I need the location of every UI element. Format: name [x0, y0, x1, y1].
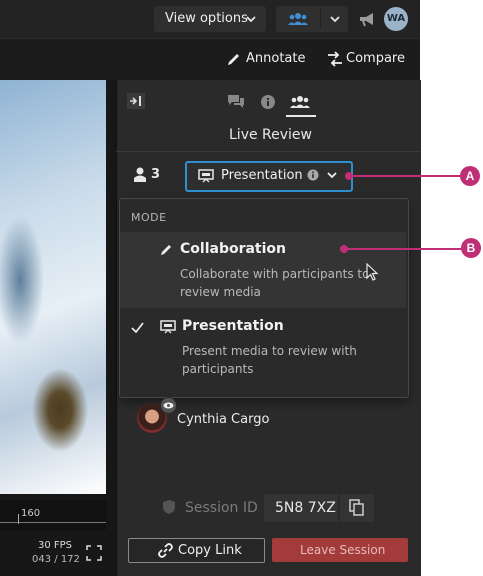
- copy-link-button[interactable]: Copy Link: [128, 538, 265, 563]
- collapse-panel-icon[interactable]: [127, 93, 145, 109]
- session-id-label: Session ID: [185, 500, 258, 516]
- user-avatar[interactable]: WA: [384, 7, 408, 31]
- compare-button[interactable]: Compare: [326, 49, 406, 69]
- people-icon: [288, 13, 308, 25]
- link-icon: [158, 543, 173, 558]
- callout-a-dot: [345, 172, 353, 180]
- frame-counter: 043 / 172: [32, 554, 80, 565]
- callout-b: B: [461, 238, 481, 258]
- copy-link-label: Copy Link: [178, 543, 242, 558]
- pencil-icon: [161, 245, 171, 255]
- chevron-down-icon: [327, 172, 337, 179]
- video-frame[interactable]: [0, 80, 106, 494]
- callout-b-line: [344, 248, 462, 250]
- announcement-icon[interactable]: [358, 10, 376, 28]
- eye-icon: [163, 402, 174, 409]
- view-options-button[interactable]: View options: [154, 6, 266, 32]
- leave-session-button[interactable]: Leave Session: [272, 538, 408, 562]
- option-label: Collaboration: [180, 241, 287, 257]
- chevron-down-icon: [246, 16, 256, 23]
- active-tab-indicator: [286, 115, 316, 117]
- participant-count: 3: [151, 167, 161, 182]
- callout-a-line: [349, 175, 461, 177]
- leave-session-label: Leave Session: [300, 543, 386, 557]
- copy-session-id-button[interactable]: [340, 494, 374, 522]
- callout-b-dot: [340, 245, 348, 253]
- session-id-value: 5N8 7XZ: [275, 500, 336, 516]
- live-review-tab-icon[interactable]: [290, 95, 310, 109]
- fullscreen-icon[interactable]: [86, 545, 102, 561]
- divider: [320, 9, 321, 29]
- mode-select-value: Presentation: [221, 168, 303, 183]
- participant-name: Cynthia Cargo: [177, 412, 270, 427]
- comments-tab-icon[interactable]: [227, 94, 245, 110]
- mouse-cursor-icon: [366, 263, 379, 281]
- timeline[interactable]: 160: [0, 500, 106, 530]
- panel-title: Live Review: [229, 127, 312, 143]
- callout-a: A: [460, 166, 480, 186]
- info-tab-icon[interactable]: [260, 94, 276, 110]
- compare-label: Compare: [346, 51, 405, 66]
- timeline-track: [0, 522, 106, 523]
- viewing-indicator: [160, 397, 177, 414]
- annotate-button[interactable]: Annotate: [226, 49, 306, 69]
- person-icon: [134, 167, 146, 182]
- session-id-box: 5N8 7XZ: [264, 494, 338, 522]
- shield-icon: [163, 500, 175, 514]
- compare-icon: [328, 51, 342, 67]
- copy-icon: [349, 499, 364, 516]
- option-description: Collaborate with participants to review …: [180, 267, 370, 299]
- live-review-toggle-button[interactable]: [276, 6, 348, 32]
- fps-readout: 30 FPS: [38, 540, 73, 551]
- divider: [116, 151, 420, 152]
- presentation-icon: [160, 320, 176, 334]
- annotate-label: Annotate: [246, 51, 306, 66]
- timeline-tick-mark: [18, 514, 19, 524]
- dropdown-header: MODE: [131, 211, 167, 224]
- chevron-down-icon: [330, 16, 340, 23]
- checkmark-icon: [131, 322, 144, 333]
- view-options-label: View options: [165, 11, 248, 26]
- option-description: Present media to review with participant…: [182, 344, 357, 376]
- presentation-icon: [198, 169, 214, 183]
- info-icon[interactable]: [307, 169, 319, 181]
- pencil-icon: [228, 54, 239, 65]
- option-label: Presentation: [182, 318, 284, 334]
- mode-select[interactable]: Presentation: [185, 161, 353, 192]
- timeline-tick-label: 160: [21, 508, 41, 519]
